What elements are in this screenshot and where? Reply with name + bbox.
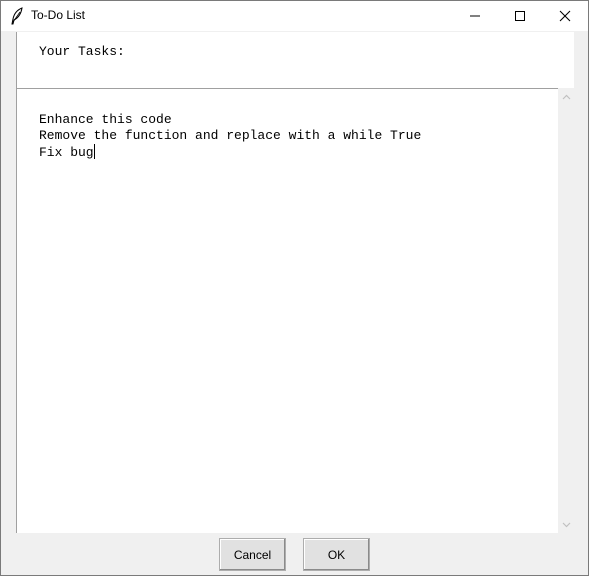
maximize-button[interactable] — [497, 1, 543, 31]
task-line-last: Fix bug — [39, 144, 421, 160]
task-line-text: Fix bug — [39, 145, 94, 160]
tasks-heading: Your Tasks: — [39, 44, 125, 59]
task-lines: Enhance this code Remove the function an… — [39, 112, 421, 160]
minimize-icon — [470, 15, 480, 17]
feather-icon — [11, 7, 23, 25]
cancel-button[interactable]: Cancel — [219, 538, 286, 571]
todo-window: To-Do List Your Tasks: Enhance this code… — [0, 0, 589, 576]
chevron-up-icon — [562, 94, 570, 99]
task-line: Enhance this code — [39, 112, 172, 127]
scroll-down-button[interactable] — [558, 516, 574, 533]
text-caret — [93, 144, 95, 159]
tasks-text-area[interactable]: Enhance this code Remove the function an… — [16, 88, 558, 533]
minimize-button[interactable] — [452, 1, 498, 31]
vertical-scrollbar[interactable] — [558, 88, 574, 533]
maximize-icon — [515, 11, 525, 21]
header-panel: Your Tasks: — [16, 32, 574, 88]
window-title: To-Do List — [31, 8, 86, 22]
chevron-down-icon — [562, 522, 570, 527]
task-line: Remove the function and replace with a w… — [39, 128, 422, 143]
close-button[interactable] — [542, 1, 588, 31]
close-icon — [559, 10, 571, 22]
title-bar[interactable]: To-Do List — [1, 1, 588, 31]
ok-button[interactable]: OK — [303, 538, 370, 571]
scroll-up-button[interactable] — [558, 88, 574, 105]
